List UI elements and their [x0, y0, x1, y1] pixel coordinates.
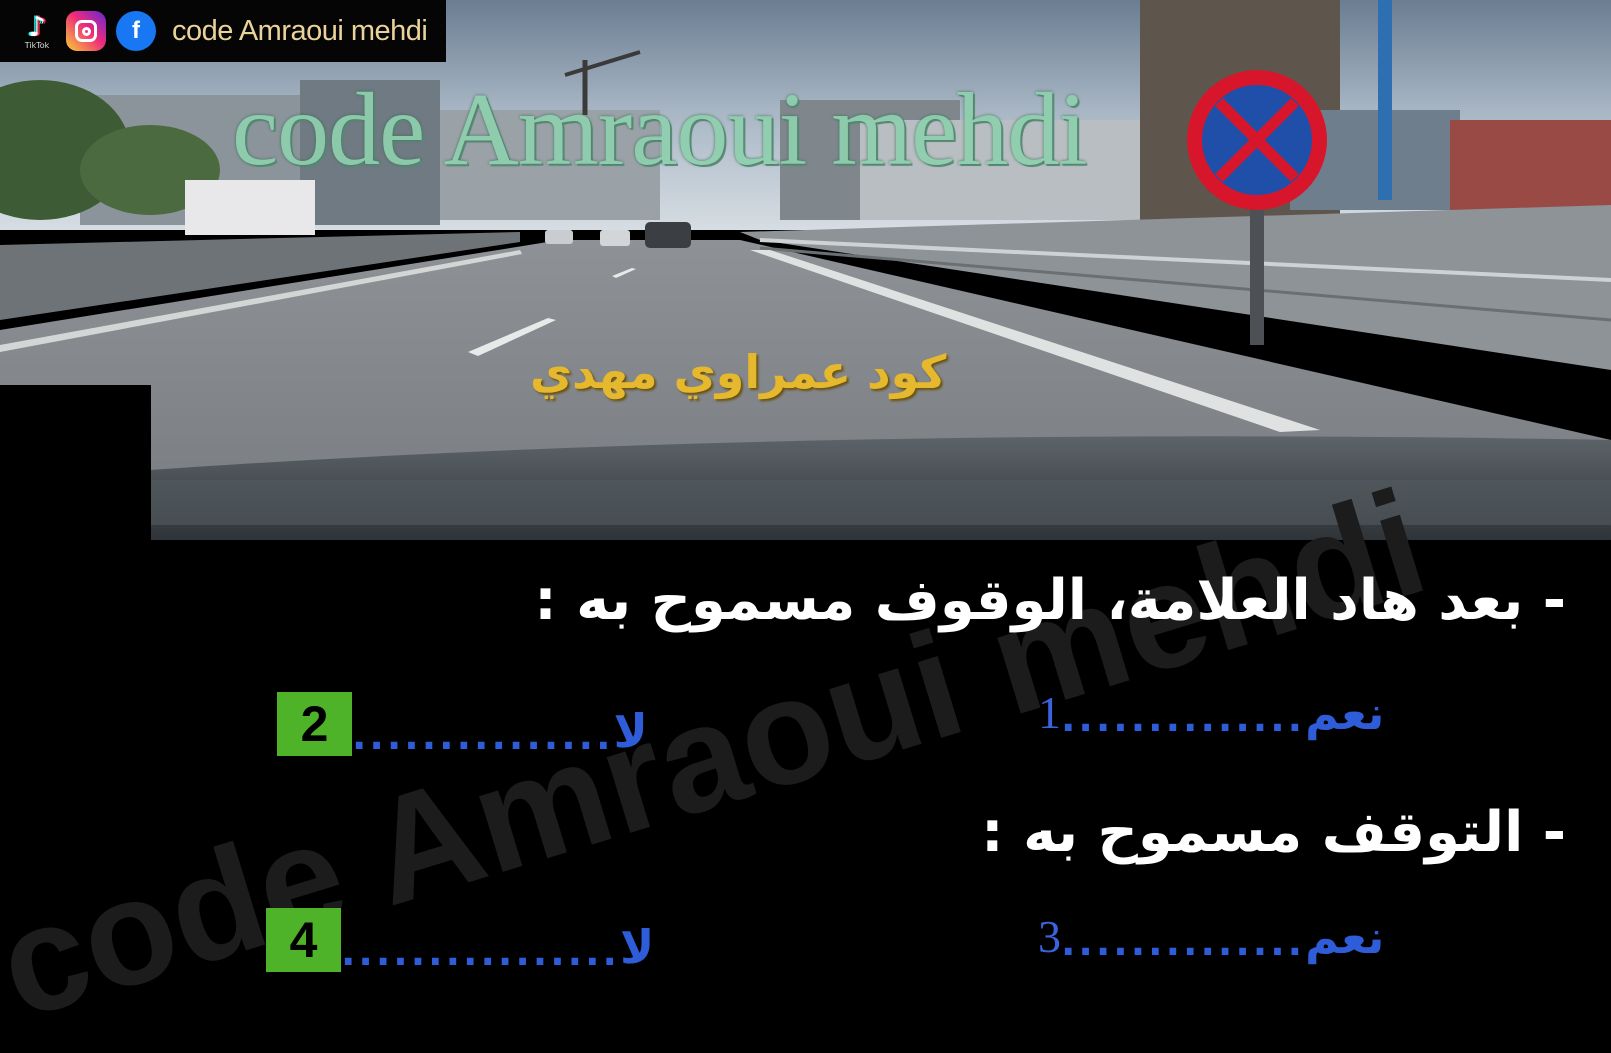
answer-number-badge: 2	[277, 692, 352, 756]
road-scene-video: code Amraoui mehdi كود عمراوي مهدي ♪ Tik…	[0, 0, 1611, 540]
facebook-icon[interactable]: f	[116, 11, 156, 51]
answer-label: لا	[619, 920, 655, 974]
answer-label: لا	[613, 704, 648, 758]
answer-label: نعم	[1305, 686, 1385, 740]
question-1-text: - بعد هاد العلامة، الوقوف مسموح به :	[534, 568, 1566, 633]
left-overlay-block	[0, 385, 151, 540]
tiktok-icon[interactable]: ♪ TikTok	[18, 9, 56, 53]
answer-option-1[interactable]: 1 .............. نعم	[1038, 686, 1385, 740]
instagram-icon[interactable]	[66, 11, 106, 51]
answer-label: نعم	[1305, 910, 1385, 964]
question-2-text: - التوقف مسموح به :	[981, 800, 1566, 865]
answer-number: 1	[1038, 687, 1061, 738]
answer-dots: ..............	[1061, 920, 1306, 964]
answer-number: 3	[1038, 911, 1061, 962]
answer-option-2[interactable]: 2 ............... لا	[277, 692, 648, 756]
watermark-title: code Amraoui mehdi	[232, 72, 1087, 187]
answer-option-4[interactable]: 4 ................ لا	[266, 908, 654, 972]
social-bar: ♪ TikTok f code Amraoui mehdi	[0, 0, 446, 62]
answer-dots: ................	[341, 930, 620, 974]
answer-number-badge: 4	[266, 908, 341, 972]
answer-option-3[interactable]: 3 .............. نعم	[1038, 910, 1385, 964]
answer-dots: ..............	[1061, 696, 1306, 740]
social-handle: code Amraoui mehdi	[172, 14, 428, 47]
answer-dots: ...............	[352, 714, 614, 758]
watermark-arabic: كود عمراوي مهدي	[530, 345, 947, 399]
